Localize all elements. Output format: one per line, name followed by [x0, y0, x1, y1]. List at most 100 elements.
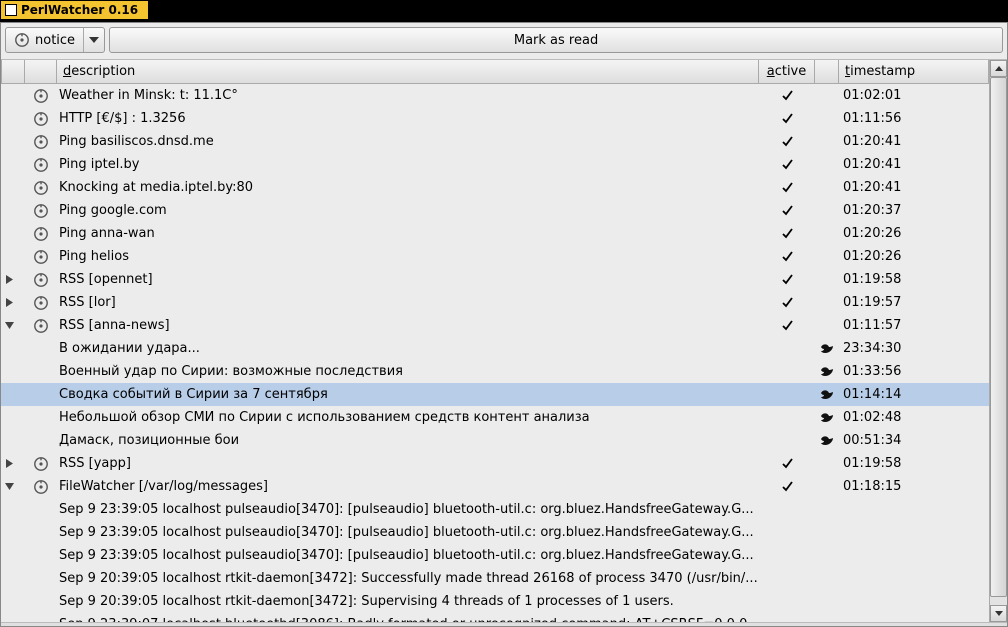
header-icon[interactable]	[25, 60, 57, 83]
scroll-up-button[interactable]	[990, 60, 1007, 77]
table-row[interactable]: Сводка событий в Сирии за 7 сентября01:1…	[1, 383, 989, 406]
row-description: FileWatcher [/var/log/messages]	[57, 479, 759, 494]
notice-icon	[25, 456, 57, 472]
notice-icon	[25, 180, 57, 196]
row-active-checkbox[interactable]	[759, 90, 815, 101]
header-timestamp[interactable]: timestamp	[839, 60, 989, 83]
notice-icon	[25, 318, 57, 334]
row-description: Knocking at media.iptel.by:80	[57, 180, 759, 195]
row-description: Дамаск, позиционные бои	[57, 433, 759, 448]
table-row[interactable]: RSS [anna-news] 01:11:57	[1, 314, 989, 337]
row-timestamp: 01:02:01	[839, 88, 989, 103]
scroll-thumb[interactable]	[990, 77, 1007, 597]
row-active-checkbox[interactable]	[759, 481, 815, 492]
table-row[interactable]: Sep 9 20:39:05 localhost rtkit-daemon[34…	[1, 590, 989, 613]
table-row[interactable]: Knocking at media.iptel.by:80 01:20:41	[1, 176, 989, 199]
row-description: Ping iptel.by	[57, 157, 759, 172]
header-expand[interactable]	[1, 60, 25, 83]
expand-toggle[interactable]	[1, 459, 25, 468]
row-active-checkbox[interactable]	[759, 159, 815, 170]
row-description: Sep 9 23:39:05 localhost pulseaudio[3470…	[57, 502, 759, 517]
row-active-checkbox[interactable]	[759, 274, 815, 285]
notice-combo-arrow[interactable]	[84, 28, 104, 52]
table-row[interactable]: Sep 9 23:39:05 localhost pulseaudio[3470…	[1, 521, 989, 544]
table-row[interactable]: Ping iptel.by 01:20:41	[1, 153, 989, 176]
row-active-checkbox[interactable]	[759, 182, 815, 193]
table-row[interactable]: HTTP [€/$] : 1.325601:11:56	[1, 107, 989, 130]
notice-combo-label: notice	[35, 33, 75, 48]
header-description[interactable]: description	[57, 60, 759, 83]
table-row[interactable]: Ping basiliscos.dnsd.me 01:20:41	[1, 130, 989, 153]
expand-toggle[interactable]	[1, 275, 25, 284]
row-active-checkbox[interactable]	[759, 228, 815, 239]
row-description: Sep 9 20:39:05 localhost rtkit-daemon[34…	[57, 594, 759, 609]
row-active-checkbox[interactable]	[759, 251, 815, 262]
notice-icon	[25, 479, 57, 495]
table-row[interactable]: Ping helios01:20:26	[1, 245, 989, 268]
window-control-icon[interactable]	[5, 4, 17, 16]
row-timestamp: 01:20:41	[839, 157, 989, 172]
table-row[interactable]: Sep 9 23:39:05 localhost pulseaudio[3470…	[1, 544, 989, 567]
news-bird-icon	[815, 412, 839, 424]
table-row[interactable]: Ping anna-wan01:20:26	[1, 222, 989, 245]
row-timestamp: 01:19:58	[839, 272, 989, 287]
row-timestamp: 01:20:41	[839, 134, 989, 149]
row-description: Weather in Minsk: t: 11.1C°	[57, 88, 759, 103]
row-active-checkbox[interactable]	[759, 458, 815, 469]
table-row[interactable]: В ожидании удара...23:34:30	[1, 337, 989, 360]
row-description: RSS [yapp]	[57, 456, 759, 471]
chevron-down-icon	[89, 37, 99, 43]
expand-toggle[interactable]	[1, 298, 25, 307]
header-active[interactable]: active	[759, 60, 815, 83]
scroll-down-button[interactable]	[990, 605, 1007, 622]
row-description: Sep 9 20:39:05 localhost rtkit-daemon[34…	[57, 571, 759, 586]
row-active-checkbox[interactable]	[759, 205, 815, 216]
mark-as-read-label: Mark as read	[514, 33, 598, 48]
table-row[interactable]: Weather in Minsk: t: 11.1C° 01:02:01	[1, 84, 989, 107]
table-row[interactable]: RSS [yapp]01:19:58	[1, 452, 989, 475]
row-timestamp: 01:11:57	[839, 318, 989, 333]
row-description: RSS [anna-news]	[57, 318, 759, 333]
row-description: Ping google.com	[57, 203, 759, 218]
row-description: Ping anna-wan	[57, 226, 759, 241]
expand-toggle[interactable]	[1, 321, 25, 330]
row-timestamp: 01:18:15	[839, 479, 989, 494]
table-row[interactable]: Sep 9 23:39:05 localhost pulseaudio[3470…	[1, 498, 989, 521]
row-timestamp: 01:33:56	[839, 364, 989, 379]
table-row[interactable]: FileWatcher [/var/log/messages] 01:18:15	[1, 475, 989, 498]
header-news[interactable]	[815, 60, 839, 83]
expand-toggle[interactable]	[1, 482, 25, 491]
vertical-scrollbar[interactable]	[989, 60, 1007, 622]
table-row[interactable]: RSS [opennet]01:19:58	[1, 268, 989, 291]
titlebar-tab[interactable]: PerlWatcher 0.16	[0, 0, 149, 20]
chevron-up-icon	[995, 66, 1003, 71]
row-timestamp: 01:02:48	[839, 410, 989, 425]
notice-icon	[25, 249, 57, 265]
table-row[interactable]: Ping google.com01:20:37	[1, 199, 989, 222]
row-description: Небольшой обзор СМИ по Сирии с использов…	[57, 410, 759, 425]
news-bird-icon	[815, 435, 839, 447]
table-row[interactable]: Sep 9 20:39:05 localhost rtkit-daemon[34…	[1, 567, 989, 590]
column-headers: description active timestamp	[1, 60, 989, 84]
window-title: PerlWatcher 0.16	[21, 3, 138, 17]
row-active-checkbox[interactable]	[759, 136, 815, 147]
row-description: Ping basiliscos.dnsd.me	[57, 134, 759, 149]
mark-as-read-button[interactable]: Mark as read	[109, 27, 1003, 53]
toolbar: notice Mark as read	[1, 23, 1007, 59]
table-row[interactable]: Sep 9 23:39:07 localhost bluetoothd[3086…	[1, 613, 989, 622]
row-description: Sep 9 23:39:05 localhost pulseaudio[3470…	[57, 548, 759, 563]
row-active-checkbox[interactable]	[759, 113, 815, 124]
notice-icon	[25, 226, 57, 242]
row-active-checkbox[interactable]	[759, 320, 815, 331]
notice-combo[interactable]: notice	[5, 27, 105, 53]
table-row[interactable]: Дамаск, позиционные бои00:51:34	[1, 429, 989, 452]
row-timestamp: 01:20:41	[839, 180, 989, 195]
row-active-checkbox[interactable]	[759, 297, 815, 308]
row-timestamp: 01:11:56	[839, 111, 989, 126]
notice-combo-main[interactable]: notice	[6, 28, 84, 52]
table-row[interactable]: Небольшой обзор СМИ по Сирии с использов…	[1, 406, 989, 429]
news-bird-icon	[815, 389, 839, 401]
notice-icon	[25, 88, 57, 104]
table-row[interactable]: Военный удар по Сирии: возможные последс…	[1, 360, 989, 383]
table-row[interactable]: RSS [lor]01:19:57	[1, 291, 989, 314]
